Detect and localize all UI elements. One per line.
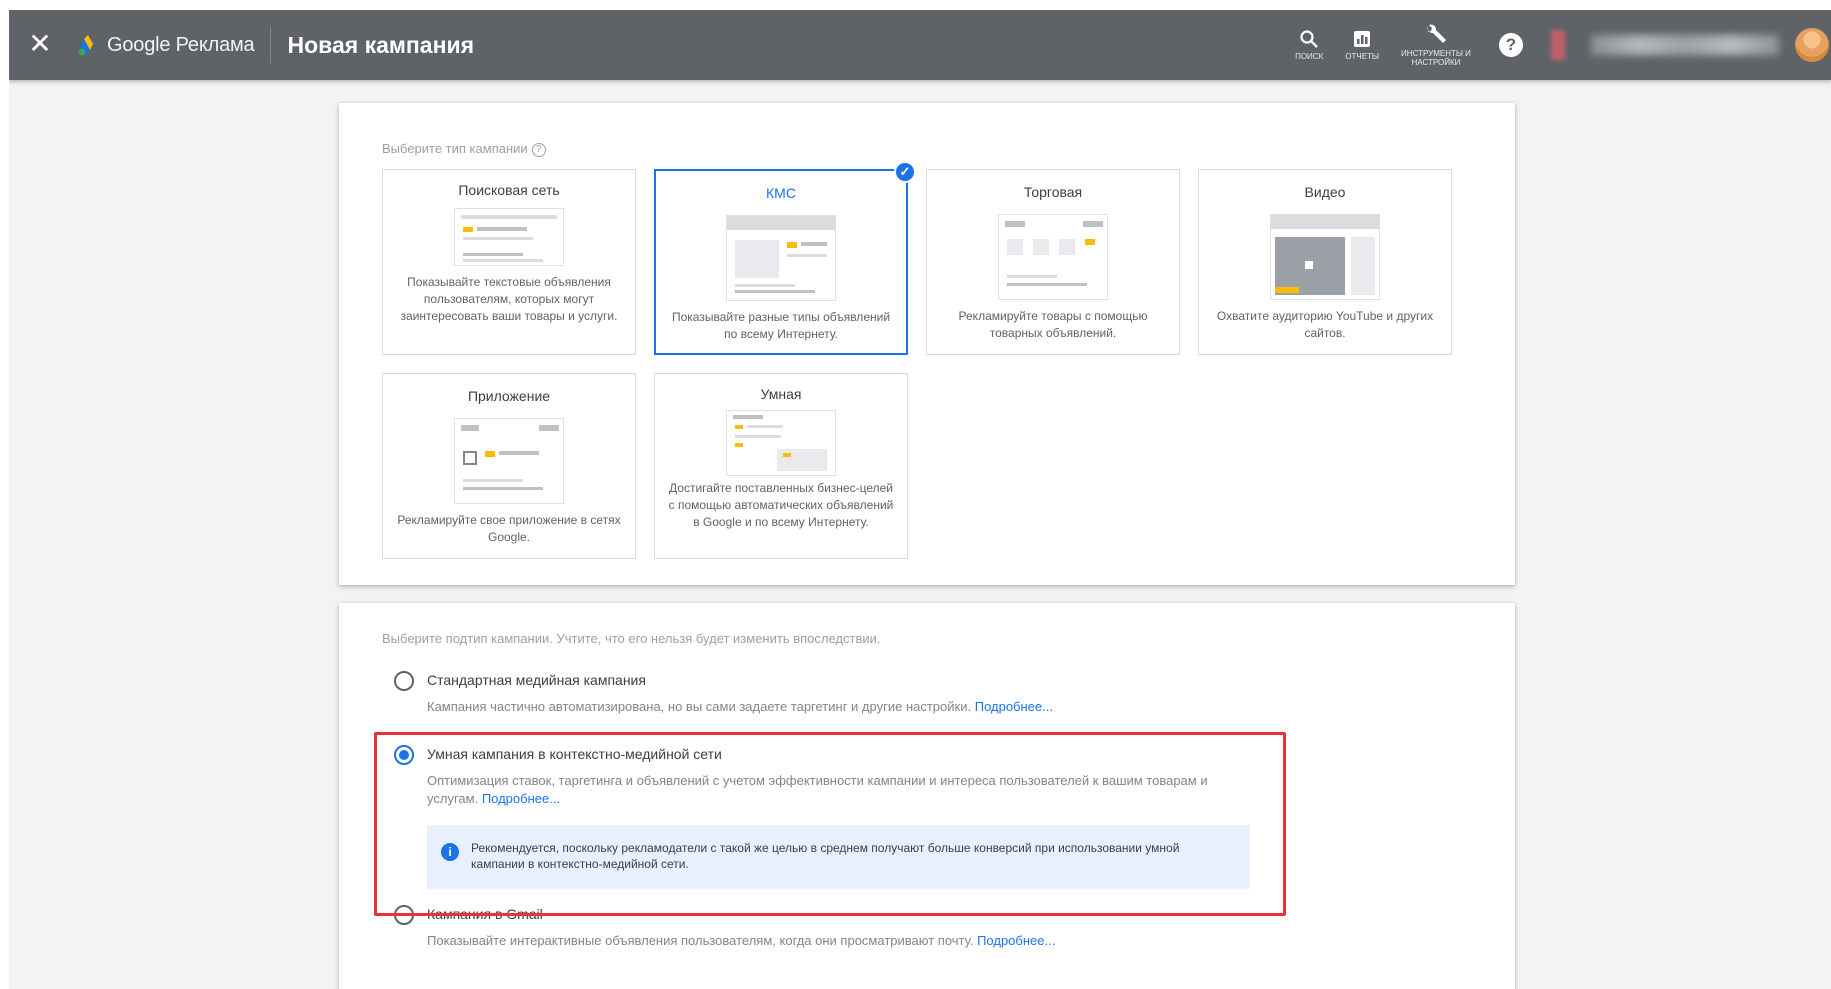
close-icon[interactable]: ✕: [27, 30, 53, 58]
search-tool[interactable]: Поиск: [1295, 29, 1323, 61]
tile-title: Приложение: [467, 388, 551, 404]
option-desc: Оптимизация ставок, таргетинга и объявле…: [427, 772, 1227, 808]
account-flag: [1551, 30, 1565, 60]
campaign-subtype-card: Выберите подтип кампании. Учтите, что ег…: [339, 603, 1515, 989]
reports-tool-label: Отчеты: [1345, 52, 1379, 61]
reports-icon: [1354, 31, 1371, 47]
option-desc-text: Показывайте интерактивные объявления пол…: [427, 933, 974, 948]
shopping-illustration-icon: [998, 214, 1108, 300]
option-desc: Показывайте интерактивные объявления пол…: [427, 932, 1227, 950]
video-illustration-icon: [1270, 214, 1380, 300]
logo-text: Google Реклама: [107, 33, 255, 56]
tile-desc: Рекламируйте свое приложение в сетях Goo…: [397, 513, 621, 544]
avatar[interactable]: [1795, 28, 1829, 62]
tile-video[interactable]: Видео Охватите аудиторию YouTube и други…: [1198, 169, 1452, 355]
tile-desc: Достигайте поставленных бизнес-целей с п…: [668, 481, 894, 529]
campaign-type-label: Выберите тип кампании?: [382, 141, 546, 157]
tile-smart[interactable]: Умная Достигайте поставленных бизнес-цел…: [654, 373, 908, 559]
tile-desc: Показывайте текстовые объявления пользов…: [400, 275, 618, 323]
reports-tool[interactable]: Отчеты: [1345, 29, 1379, 61]
tile-desc: Охватите аудиторию YouTube и других сайт…: [1216, 309, 1434, 340]
tile-shopping[interactable]: Торговая Рекламируйте товары с помощью т…: [926, 169, 1180, 355]
wrench-icon: [1427, 24, 1446, 43]
tile-title: Поисковая сеть: [458, 182, 560, 198]
option-desc: Кампания частично автоматизирована, но в…: [427, 698, 1227, 716]
tile-display[interactable]: КМС Показывайте разные типы объявлений п…: [654, 161, 916, 355]
tile-title: Умная: [760, 386, 802, 402]
tile-search[interactable]: Поисковая сеть Показывайте текстовые объ…: [382, 169, 636, 355]
app-illustration-icon: [454, 418, 564, 504]
info-icon: i: [441, 843, 459, 861]
tools-settings[interactable]: Инструменты и настройки: [1401, 24, 1471, 67]
search-icon: [1300, 30, 1319, 48]
tile-title: КМС: [766, 185, 796, 201]
tools-settings-label: Инструменты и настройки: [1401, 48, 1471, 67]
radio-smart[interactable]: [394, 745, 414, 765]
tile-desc: Рекламируйте товары с помощью товарных о…: [958, 309, 1148, 340]
tile-app[interactable]: Приложение Рекламируйте свое приложение …: [382, 373, 636, 559]
option-desc-text: Кампания частично автоматизирована, но в…: [427, 699, 972, 714]
account-info-blurred[interactable]: [1591, 35, 1779, 55]
check-icon: ✓: [894, 161, 916, 183]
search-tool-label: Поиск: [1295, 52, 1324, 61]
header-tools: Поиск Отчеты Инструменты и настройки ?: [1295, 10, 1831, 80]
help-icon[interactable]: ?: [1499, 33, 1523, 57]
radio-standard[interactable]: [394, 671, 414, 691]
campaign-type-label-text: Выберите тип кампании: [382, 141, 528, 156]
option-title: Кампания в Gmail: [427, 906, 543, 922]
recommendation-text: Рекомендуется, поскольку рекламодатели с…: [471, 841, 1180, 871]
tile-title: Торговая: [1023, 184, 1083, 200]
learn-more-link[interactable]: Подробнее...: [975, 699, 1053, 714]
option-title: Умная кампания в контекстно-медийной сет…: [427, 746, 722, 762]
campaign-type-card: Выберите тип кампании? Поисковая сеть По…: [339, 103, 1515, 585]
option-title: Стандартная медийная кампания: [427, 672, 646, 688]
recommendation-box: i Рекомендуется, поскольку рекламодатели…: [427, 825, 1250, 889]
learn-more-link[interactable]: Подробнее...: [482, 791, 560, 806]
radio-gmail[interactable]: [394, 905, 414, 925]
app-frame: ✕ Google Реклама Новая кампания Поиск: [9, 10, 1831, 989]
learn-more-link[interactable]: Подробнее...: [977, 933, 1055, 948]
search-illustration-icon: [454, 208, 564, 266]
header-divider: [270, 27, 272, 63]
smart-illustration-icon: [726, 410, 836, 476]
display-illustration-icon: [726, 215, 836, 301]
tile-title: Видео: [1304, 184, 1346, 200]
tile-desc: Показывайте разные типы объявлений по вс…: [671, 310, 891, 341]
google-ads-logo[interactable]: Google Реклама: [77, 33, 255, 57]
google-ads-logo-icon: [78, 35, 93, 56]
page-title: Новая кампания: [287, 31, 475, 58]
info-icon[interactable]: ?: [531, 143, 546, 157]
top-bar: ✕ Google Реклама Новая кампания Поиск: [9, 10, 1831, 80]
campaign-subtype-label: Выберите подтип кампании. Учтите, что ег…: [382, 631, 881, 646]
